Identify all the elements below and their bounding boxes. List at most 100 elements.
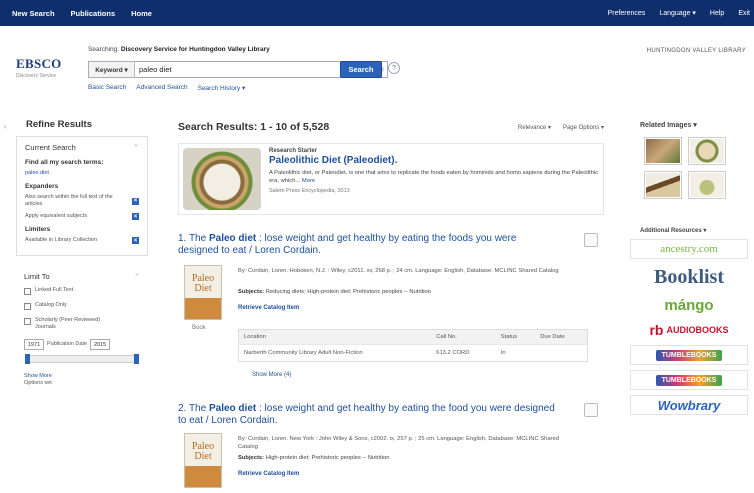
limiter-item: Available in Library Collection ×: [25, 237, 139, 244]
col-due-date: Due Date: [535, 329, 588, 345]
search-header: EBSCO Discovery Service Searching: Disco…: [0, 26, 754, 108]
result-title[interactable]: 2. The Paleo diet : lose weight and get …: [178, 403, 558, 427]
remove-expander-icon[interactable]: ×: [132, 197, 139, 205]
nav-home[interactable]: Home: [131, 9, 152, 18]
book-cover[interactable]: Paleo Diet: [184, 265, 222, 320]
starter-desc-text: A Paleolithic diet, or Paleodiet, is one…: [269, 170, 599, 184]
ebsco-logo[interactable]: EBSCO Discovery Service: [16, 56, 78, 86]
date-to-input[interactable]: 2015: [90, 339, 111, 350]
related-image-thumb[interactable]: [688, 171, 726, 199]
result-item: 1. The Paleo diet : lose weight and get …: [178, 233, 598, 393]
nav-language[interactable]: Language ▾: [659, 9, 696, 17]
cell-status: In: [495, 344, 536, 362]
searching-prefix: Searching:: [88, 46, 120, 53]
retrieve-catalog-link[interactable]: Retrieve Catalog Item: [238, 471, 299, 477]
checkbox[interactable]: [24, 288, 31, 295]
date-slider[interactable]: [25, 354, 139, 364]
limiter-collection-label: Available in Library Collection: [25, 237, 98, 243]
rb-icon: rb: [649, 322, 664, 338]
research-starter-desc: A Paleolithic diet, or Paleodiet, is one…: [269, 169, 599, 185]
checkbox[interactable]: [24, 318, 31, 325]
help-icon[interactable]: ?: [388, 62, 400, 74]
remove-limiter-icon[interactable]: ×: [132, 237, 139, 244]
result-number: 1.: [178, 233, 187, 244]
related-image-thumb[interactable]: [688, 137, 726, 165]
starter-more-link[interactable]: More: [302, 178, 315, 184]
expander-item: Also search within the full text of the …: [25, 194, 139, 208]
result-title[interactable]: 1. The Paleo diet : lose weight and get …: [178, 233, 558, 257]
right-sidebar: Related Images ▾ Additional Resources ▾ …: [630, 113, 754, 491]
limit-option[interactable]: Linked Full Text: [24, 287, 140, 295]
current-search-box: Current Search ⌃ Find all my search terms…: [16, 136, 148, 256]
collapse-left-icon[interactable]: ‹: [4, 122, 12, 136]
book-cover[interactable]: Paleo Diet: [184, 433, 222, 488]
expander-item: Apply equivalent subjects ×: [25, 213, 139, 220]
expander-fulltext-label: Also search within the full text of the …: [25, 194, 113, 207]
table-row: Narberth Community Library Adult Non-Fic…: [238, 344, 588, 362]
search-button[interactable]: Search: [340, 61, 382, 78]
sort-relevance-dropdown[interactable]: Relevance ▾: [518, 124, 551, 131]
date-from-input[interactable]: 1971: [24, 339, 44, 350]
research-starter-label: Research Starter: [269, 148, 318, 154]
research-starter-image[interactable]: [183, 148, 261, 210]
tumblebooks-library-logo[interactable]: TUMBLEBOOKS: [630, 370, 748, 390]
nav-help[interactable]: Help: [710, 10, 724, 17]
subjects-label: Subjects:: [238, 455, 265, 461]
show-more-locations-link[interactable]: Show More (4): [252, 372, 291, 378]
rbdigital-audiobooks-logo[interactable]: rb AUDIOBOOKS: [630, 320, 748, 340]
cell-due-date: [535, 344, 588, 362]
search-input[interactable]: [135, 62, 375, 77]
booklist-logo[interactable]: Booklist: [630, 264, 748, 290]
chevron-up-icon[interactable]: ⌃: [133, 143, 139, 152]
chevron-up-icon[interactable]: ⌃: [134, 272, 140, 281]
mango-logo[interactable]: mángo: [630, 295, 748, 315]
logo-subtitle: Discovery Service: [16, 73, 57, 79]
wowbrary-logo[interactable]: Wowbrary: [630, 395, 748, 415]
limit-option[interactable]: Catalog Only: [24, 302, 140, 310]
wowbrary-text: Wowbrary: [657, 397, 721, 413]
field-select-dropdown[interactable]: Keyword ▾: [89, 62, 135, 77]
slider-handle-left[interactable]: [25, 354, 30, 364]
audiobooks-text: AUDIOBOOKS: [666, 325, 729, 335]
page-options-dropdown[interactable]: Page Options ▾: [563, 124, 604, 131]
add-to-folder-icon[interactable]: [584, 403, 598, 417]
search-links: Basic Search Advanced Search Search Hist…: [88, 84, 245, 92]
search-history-link[interactable]: Search History ▾: [198, 84, 246, 92]
ancestry-logo[interactable]: ancestry.com: [630, 239, 748, 259]
search-term-link[interactable]: paleo diet: [25, 170, 139, 177]
additional-resources-label[interactable]: Additional Resources ▾: [630, 227, 754, 234]
related-image-thumb[interactable]: [644, 171, 682, 199]
related-image-thumb[interactable]: [644, 137, 682, 165]
related-images-grid: [630, 137, 754, 199]
tumblebooks-library-text: TUMBLEBOOKS: [655, 374, 723, 386]
results-panel: Search Results: 1 - 10 of 5,528 Relevanc…: [168, 113, 614, 491]
options-set-link[interactable]: Options set: [24, 380, 140, 387]
related-images-label[interactable]: Related Images ▾: [630, 113, 754, 137]
location-table: Location Call No. Status Due Date Narber…: [238, 329, 588, 362]
slider-handle-right[interactable]: [134, 354, 139, 364]
checkbox[interactable]: [24, 303, 31, 310]
result-meta: By: Cordain, Loren. New York : John Wile…: [238, 436, 559, 450]
col-location: Location: [238, 329, 432, 345]
nav-exit[interactable]: Exit: [738, 10, 750, 17]
library-name: HUNTINGDON VALLEY LIBRARY: [646, 48, 746, 54]
tumblebooks-text: TUMBLEBOOKS: [655, 349, 723, 361]
basic-search-link[interactable]: Basic Search: [88, 84, 126, 92]
result-subjects: Subjects: High-protein diet; Prehistoric…: [238, 455, 578, 461]
add-to-folder-icon[interactable]: [584, 233, 598, 247]
show-more-link[interactable]: Show More: [24, 373, 140, 380]
date-range: 1971 Publication Date 2015: [24, 339, 140, 350]
retrieve-catalog-link[interactable]: Retrieve Catalog Item: [238, 305, 299, 311]
nav-publications[interactable]: Publications: [71, 9, 116, 18]
cell-location: Narberth Community Library Adult Non-Fic…: [238, 344, 432, 362]
limit-option[interactable]: Scholarly (Peer Reviewed) Journals: [24, 317, 140, 331]
nav-new-search[interactable]: New Search: [12, 9, 55, 18]
result-meta: By: Cordain, Loren. Hoboken, N.J. : Wile…: [238, 268, 559, 274]
advanced-search-link[interactable]: Advanced Search: [136, 84, 187, 92]
nav-preferences[interactable]: Preferences: [608, 10, 646, 17]
research-starter-title[interactable]: Paleolithic Diet (Paleodiet).: [269, 155, 599, 166]
remove-expander-icon[interactable]: ×: [132, 213, 139, 220]
tumblebooks-logo[interactable]: TUMBLEBOOKS: [630, 345, 748, 365]
searching-target: Discovery Service for Huntingdon Valley …: [120, 46, 270, 53]
col-call-no: Call No.: [431, 329, 496, 345]
